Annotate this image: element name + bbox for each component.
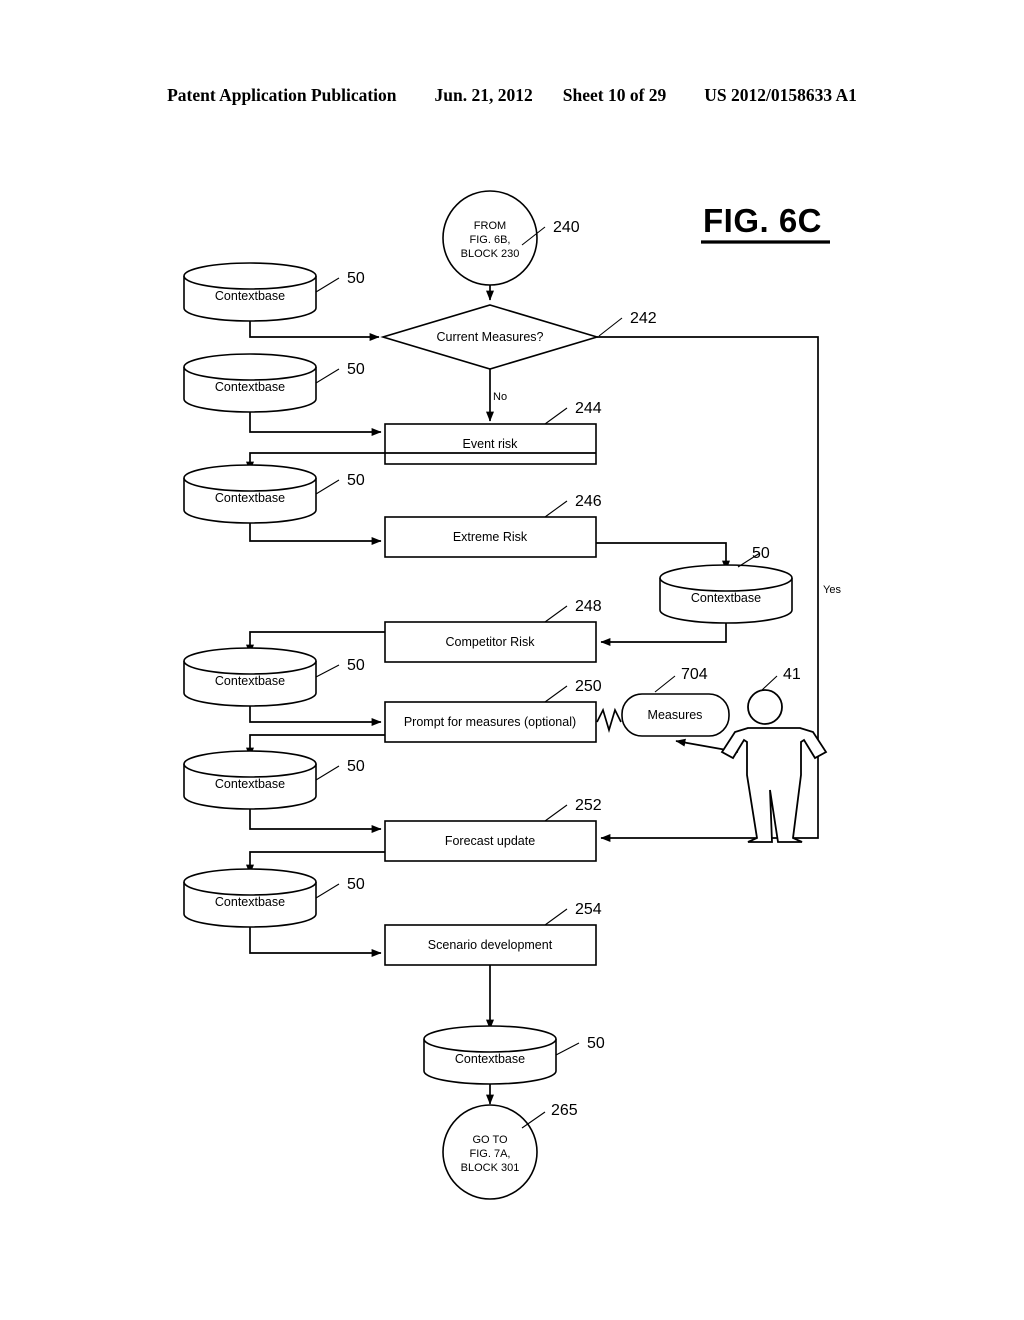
user-actor-ref: 41 xyxy=(783,666,801,683)
connector-cb5-to-forecast-update xyxy=(249,809,382,833)
patent-drawing-sheet: Patent Application Publication Jun. 21, … xyxy=(0,0,1024,1320)
forecast-update-ref: 252 xyxy=(575,797,602,814)
forecast-update-box: Forecast update 252 xyxy=(384,797,602,862)
contextbase-5: Contextbase 50 xyxy=(183,750,365,810)
prompt-for-measures-box: Prompt for measures (optional) 250 xyxy=(384,678,602,743)
contextbase-bottom: Contextbase 50 xyxy=(423,1025,605,1085)
scenario-development-box: Scenario development 254 xyxy=(384,901,602,966)
exit-terminal-line2: FIG. 7A, xyxy=(470,1148,511,1160)
decision-no-label: No xyxy=(493,391,507,403)
event-risk-ref: 244 xyxy=(575,400,602,417)
forecast-update-label: Forecast update xyxy=(445,834,535,848)
figure-title: FIG. 6C xyxy=(701,202,830,244)
scenario-development-label: Scenario development xyxy=(428,938,553,952)
prompt-for-measures-ref: 250 xyxy=(575,678,602,695)
exit-terminal-line3: BLOCK 301 xyxy=(461,1162,520,1174)
extreme-risk-label: Extreme Risk xyxy=(453,530,528,544)
decision-ref: 242 xyxy=(630,310,657,327)
contextbase-4: Contextbase 50 xyxy=(183,647,365,707)
contextbase-6-ref: 50 xyxy=(347,876,365,893)
connector-cb1-to-decision xyxy=(249,321,380,341)
contextbase-1: Contextbase 50 xyxy=(183,262,365,322)
extreme-risk-ref: 246 xyxy=(575,493,602,510)
measures-ref: 704 xyxy=(681,666,708,683)
contextbase-5-ref: 50 xyxy=(347,758,365,775)
contextbase-6-label: Contextbase xyxy=(215,895,285,909)
contextbase-4-label: Contextbase xyxy=(215,674,285,688)
entry-terminal-ref: 240 xyxy=(553,219,580,236)
entry-terminal-line3: BLOCK 230 xyxy=(461,248,520,260)
connector-cb6-to-scenario-development xyxy=(249,927,382,957)
scenario-development-ref: 254 xyxy=(575,901,602,918)
entry-terminal-line1: FROM xyxy=(474,220,506,232)
contextbase-4-ref: 50 xyxy=(347,657,365,674)
connector-cb-right-to-competitor-risk xyxy=(600,623,727,646)
contextbase-6: Contextbase 50 xyxy=(183,868,365,928)
exit-terminal-line1: GO TO xyxy=(472,1134,507,1146)
connector-cb2-to-event-risk xyxy=(249,412,382,436)
contextbase-3-ref: 50 xyxy=(347,472,365,489)
entry-terminal: FROM FIG. 6B, BLOCK 230 240 xyxy=(442,190,580,286)
competitor-risk-ref: 248 xyxy=(575,598,602,615)
contextbase-bottom-ref: 50 xyxy=(587,1035,605,1052)
event-risk-box: Event risk 244 xyxy=(384,400,602,465)
flowchart-6c: FIG. 6C FROM FIG. 6B, BLOCK 230 240 Curr… xyxy=(183,190,841,1200)
competitor-risk-box: Competitor Risk 248 xyxy=(384,598,602,663)
extreme-risk-box: Extreme Risk 246 xyxy=(384,493,602,558)
contextbase-bottom-label: Contextbase xyxy=(455,1052,525,1066)
contextbase-1-label: Contextbase xyxy=(215,289,285,303)
contextbase-1-ref: 50 xyxy=(347,270,365,287)
contextbase-2-ref: 50 xyxy=(347,361,365,378)
contextbase-2: Contextbase 50 xyxy=(183,353,365,413)
measures-label: Measures xyxy=(648,708,703,722)
contextbase-3-label: Contextbase xyxy=(215,491,285,505)
entry-terminal-line2: FIG. 6B, xyxy=(470,234,511,246)
connector-cb3-to-extreme-risk xyxy=(249,523,382,545)
figure-title-text: FIG. 6C xyxy=(703,202,822,239)
event-risk-label: Event risk xyxy=(463,437,519,451)
decision-yes-label: Yes xyxy=(823,584,841,596)
competitor-risk-label: Competitor Risk xyxy=(446,635,536,649)
measures-bubble: Measures 704 xyxy=(621,666,730,737)
exit-terminal: GO TO FIG. 7A, BLOCK 301 265 xyxy=(442,1102,578,1200)
contextbase-right-label: Contextbase xyxy=(691,591,761,605)
exit-terminal-ref: 265 xyxy=(551,1102,578,1119)
contextbase-2-label: Contextbase xyxy=(215,380,285,394)
contextbase-right-ref: 50 xyxy=(752,545,770,562)
user-actor: 41 xyxy=(720,666,828,843)
decision-label: Current Measures? xyxy=(437,330,544,344)
connector-cb4-to-prompt xyxy=(249,706,382,726)
contextbase-5-label: Contextbase xyxy=(215,777,285,791)
contextbase-3: Contextbase 50 xyxy=(183,464,365,524)
wireless-link-icon xyxy=(596,707,622,733)
prompt-for-measures-label: Prompt for measures (optional) xyxy=(404,715,576,729)
